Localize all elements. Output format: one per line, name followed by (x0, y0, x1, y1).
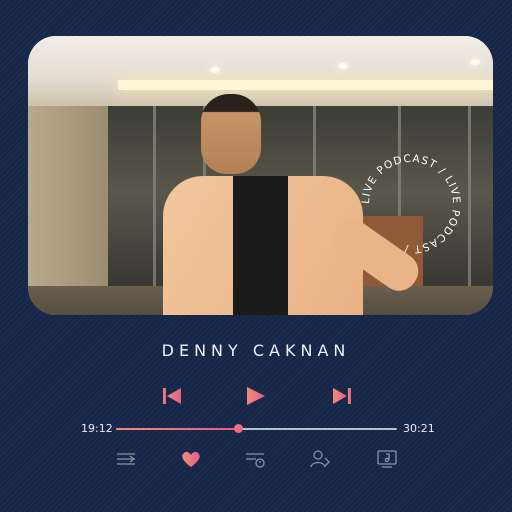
photo-ceiling (28, 36, 493, 106)
music-video-button[interactable] (376, 448, 398, 470)
user-share-icon (310, 450, 330, 468)
photo-wall (28, 106, 108, 315)
photo-spotlight (338, 63, 348, 69)
progress-fill (116, 428, 238, 430)
skip-previous-button[interactable] (159, 383, 185, 409)
person-head (201, 94, 261, 174)
total-time: 30:21 (403, 422, 435, 435)
current-time: 19:12 (81, 422, 113, 435)
live-podcast-badge: LIVE PODCAST / LIVE PODCAST / (360, 153, 462, 255)
play-button[interactable] (243, 383, 269, 409)
playlist-icon (117, 453, 136, 465)
progress-knob[interactable] (233, 424, 243, 433)
skip-next-button[interactable] (329, 383, 355, 409)
playlist-button[interactable] (115, 448, 137, 470)
skip-previous-icon (163, 388, 181, 404)
queue-timer-icon (246, 453, 265, 468)
skip-next-icon (333, 388, 351, 404)
progress-bar[interactable] (116, 424, 397, 433)
music-note-icon (377, 450, 397, 468)
photo-spotlight (470, 59, 480, 65)
person-shirt (233, 176, 288, 315)
live-podcast-badge-text: LIVE PODCAST / LIVE PODCAST / (360, 153, 462, 255)
action-bar (0, 448, 512, 470)
play-icon (247, 387, 265, 405)
user-share-button[interactable] (309, 448, 331, 470)
artist-name: DENNY CAKNAN (161, 341, 351, 360)
queue-timer-button[interactable] (244, 448, 266, 470)
heart-icon (182, 451, 200, 467)
cover-photo: LIVE PODCAST / LIVE PODCAST / (28, 36, 493, 315)
favorite-button[interactable] (180, 448, 202, 470)
photo-light-cove (118, 80, 493, 90)
photo-spotlight (210, 67, 220, 73)
playback-controls (0, 383, 512, 409)
